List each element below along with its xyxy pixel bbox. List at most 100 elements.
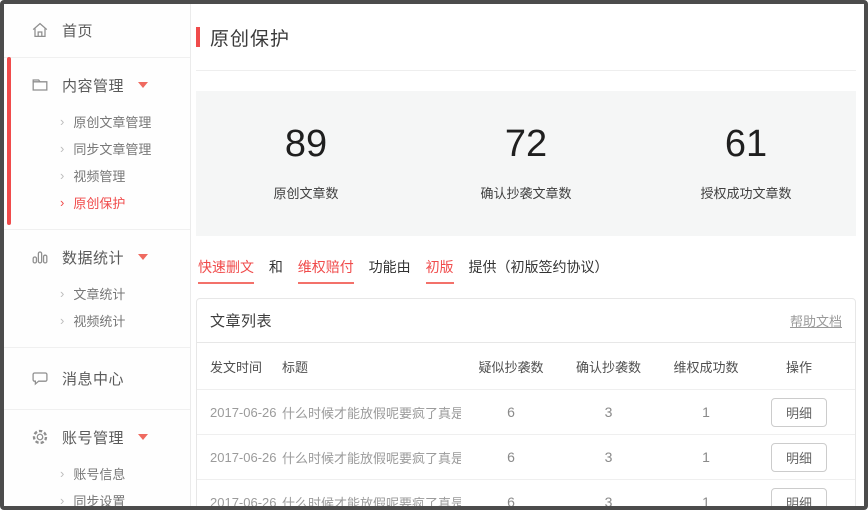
panel-title: 文章列表 bbox=[210, 310, 272, 331]
active-section-accent-bar bbox=[7, 57, 11, 225]
detail-button[interactable]: 明细 bbox=[771, 488, 827, 507]
page-header: 原创保护 bbox=[196, 4, 856, 71]
cell-suspected-count: 6 bbox=[461, 404, 561, 420]
sidebar-subitem-label: 原创保护 bbox=[73, 193, 125, 212]
cell-suspected-count: 6 bbox=[461, 494, 561, 506]
chevron-right-icon: › bbox=[60, 195, 64, 210]
gear-icon bbox=[30, 427, 50, 447]
cell-success-count: 1 bbox=[656, 449, 756, 465]
chevron-right-icon: › bbox=[60, 466, 64, 481]
message-bubble-icon bbox=[30, 368, 50, 388]
folder-icon bbox=[30, 75, 50, 95]
provider-link[interactable]: 初版 bbox=[426, 257, 454, 284]
sidebar-subitem-label: 文章统计 bbox=[73, 284, 125, 303]
article-list-panel: 文章列表 帮助文档 发文时间 标题 疑似抄袭数 确认抄袭数 维权成功数 操作 2… bbox=[196, 298, 856, 506]
panel-header: 文章列表 帮助文档 bbox=[197, 299, 855, 342]
cell-confirmed-count: 3 bbox=[561, 494, 656, 506]
title-accent-bar bbox=[196, 27, 200, 47]
cell-date: 2017-06-26 bbox=[210, 450, 282, 465]
stat-card-authorized-success: 61 授权成功文章数 bbox=[636, 125, 856, 202]
column-header-confirmed: 确认抄袭数 bbox=[561, 357, 656, 376]
fast-delete-link[interactable]: 快速删文 bbox=[198, 257, 254, 284]
cell-success-count: 1 bbox=[656, 494, 756, 506]
cell-date: 2017-06-26 bbox=[210, 405, 282, 420]
cell-date: 2017-06-26 bbox=[210, 495, 282, 507]
sidebar-item-video-mgmt[interactable]: › 视频管理 bbox=[4, 162, 190, 189]
table-row: 2017-06-26 什么时候才能放假呢要疯了真是... 6 3 1 明细 bbox=[197, 434, 855, 479]
sidebar-item-account-mgmt[interactable]: 账号管理 bbox=[4, 425, 190, 449]
bar-chart-icon bbox=[30, 247, 50, 267]
sidebar-item-original-article-mgmt[interactable]: › 原创文章管理 bbox=[4, 108, 190, 135]
rights-compensation-link[interactable]: 维权赔付 bbox=[298, 257, 354, 284]
sidebar-subitem-label: 视频统计 bbox=[73, 311, 125, 330]
column-header-success: 维权成功数 bbox=[656, 357, 756, 376]
table-row: 2017-06-26 什么时候才能放假呢要疯了真是... 6 3 1 明细 bbox=[197, 389, 855, 434]
stat-card-original-articles: 89 原创文章数 bbox=[196, 125, 416, 202]
submenu-content-mgmt: › 原创文章管理 › 同步文章管理 › 视频管理 › 原创保护 bbox=[4, 108, 190, 216]
sidebar-item-video-stats[interactable]: › 视频统计 bbox=[4, 307, 190, 334]
home-icon bbox=[30, 20, 50, 40]
sidebar-subitem-label: 同步设置 bbox=[73, 491, 125, 510]
sidebar-item-article-stats[interactable]: › 文章统计 bbox=[4, 280, 190, 307]
sidebar-item-sync-settings[interactable]: › 同步设置 bbox=[4, 487, 190, 510]
sidebar-section-content-mgmt: 内容管理 › 原创文章管理 › 同步文章管理 › 视频管理 › 原创 bbox=[4, 58, 190, 230]
sidebar-subitem-label: 原创文章管理 bbox=[73, 112, 151, 131]
caret-down-icon bbox=[138, 254, 148, 260]
column-header-date: 发文时间 bbox=[210, 357, 282, 376]
sidebar-item-label: 账号管理 bbox=[62, 427, 124, 448]
stat-value: 61 bbox=[636, 125, 856, 163]
chevron-right-icon: › bbox=[60, 168, 64, 183]
column-header-title: 标题 bbox=[282, 357, 461, 376]
sidebar-item-label: 首页 bbox=[62, 20, 93, 41]
page-title: 原创保护 bbox=[210, 24, 290, 51]
sidebar-subitem-label: 账号信息 bbox=[73, 464, 125, 483]
sidebar-section-home: 首页 bbox=[4, 4, 190, 58]
provider-notice: 快速删文 和 维权赔付 功能由 初版 提供（初版签约协议） bbox=[198, 257, 856, 284]
sidebar-item-home[interactable]: 首页 bbox=[4, 18, 190, 42]
caret-down-icon bbox=[138, 434, 148, 440]
stat-label: 确认抄袭文章数 bbox=[416, 183, 636, 202]
notice-text: 提供（初版签约协议） bbox=[468, 259, 608, 275]
sidebar-item-label: 内容管理 bbox=[62, 75, 124, 96]
cell-confirmed-count: 3 bbox=[561, 404, 656, 420]
help-doc-link[interactable]: 帮助文档 bbox=[790, 311, 842, 330]
main-content: 原创保护 89 原创文章数 72 确认抄袭文章数 61 授权成功文章数 快速删文… bbox=[191, 4, 864, 506]
submenu-account: › 账号信息 › 同步设置 bbox=[4, 460, 190, 510]
stats-panel: 89 原创文章数 72 确认抄袭文章数 61 授权成功文章数 bbox=[196, 91, 856, 236]
stat-label: 原创文章数 bbox=[196, 183, 416, 202]
chevron-right-icon: › bbox=[60, 114, 64, 129]
detail-button[interactable]: 明细 bbox=[771, 398, 827, 427]
notice-text: 功能由 bbox=[369, 259, 411, 275]
cell-title: 什么时候才能放假呢要疯了真是... bbox=[282, 493, 461, 507]
sidebar-section-messages: 消息中心 bbox=[4, 348, 190, 410]
cell-success-count: 1 bbox=[656, 404, 756, 420]
submenu-data-stats: › 文章统计 › 视频统计 bbox=[4, 280, 190, 334]
column-header-action: 操作 bbox=[756, 357, 842, 376]
sidebar-item-message-center[interactable]: 消息中心 bbox=[4, 366, 190, 390]
stat-label: 授权成功文章数 bbox=[636, 183, 856, 202]
chevron-right-icon: › bbox=[60, 493, 64, 508]
sidebar-section-data-stats: 数据统计 › 文章统计 › 视频统计 bbox=[4, 230, 190, 348]
sidebar-item-sync-article-mgmt[interactable]: › 同步文章管理 bbox=[4, 135, 190, 162]
sidebar-subitem-label: 视频管理 bbox=[73, 166, 125, 185]
cell-suspected-count: 6 bbox=[461, 449, 561, 465]
cell-confirmed-count: 3 bbox=[561, 449, 656, 465]
notice-text: 和 bbox=[269, 259, 283, 275]
detail-button[interactable]: 明细 bbox=[771, 443, 827, 472]
sidebar: 首页 内容管理 › 原创文章管理 › 同步文章管理 bbox=[4, 4, 191, 506]
sidebar-subitem-label: 同步文章管理 bbox=[73, 139, 151, 158]
chevron-right-icon: › bbox=[60, 313, 64, 328]
sidebar-item-content-mgmt[interactable]: 内容管理 bbox=[4, 73, 190, 97]
sidebar-item-account-info[interactable]: › 账号信息 bbox=[4, 460, 190, 487]
sidebar-item-label: 消息中心 bbox=[62, 368, 124, 389]
sidebar-item-original-protection[interactable]: › 原创保护 bbox=[4, 189, 190, 216]
cell-title: 什么时候才能放假呢要疯了真是... bbox=[282, 403, 461, 422]
sidebar-item-label: 数据统计 bbox=[62, 247, 124, 268]
stat-value: 72 bbox=[416, 125, 636, 163]
stat-card-confirmed-plagiarism: 72 确认抄袭文章数 bbox=[416, 125, 636, 202]
sidebar-item-data-stats[interactable]: 数据统计 bbox=[4, 245, 190, 269]
chevron-right-icon: › bbox=[60, 286, 64, 301]
sidebar-section-account: 账号管理 › 账号信息 › 同步设置 bbox=[4, 410, 190, 510]
chevron-right-icon: › bbox=[60, 141, 64, 156]
caret-down-icon bbox=[138, 82, 148, 88]
